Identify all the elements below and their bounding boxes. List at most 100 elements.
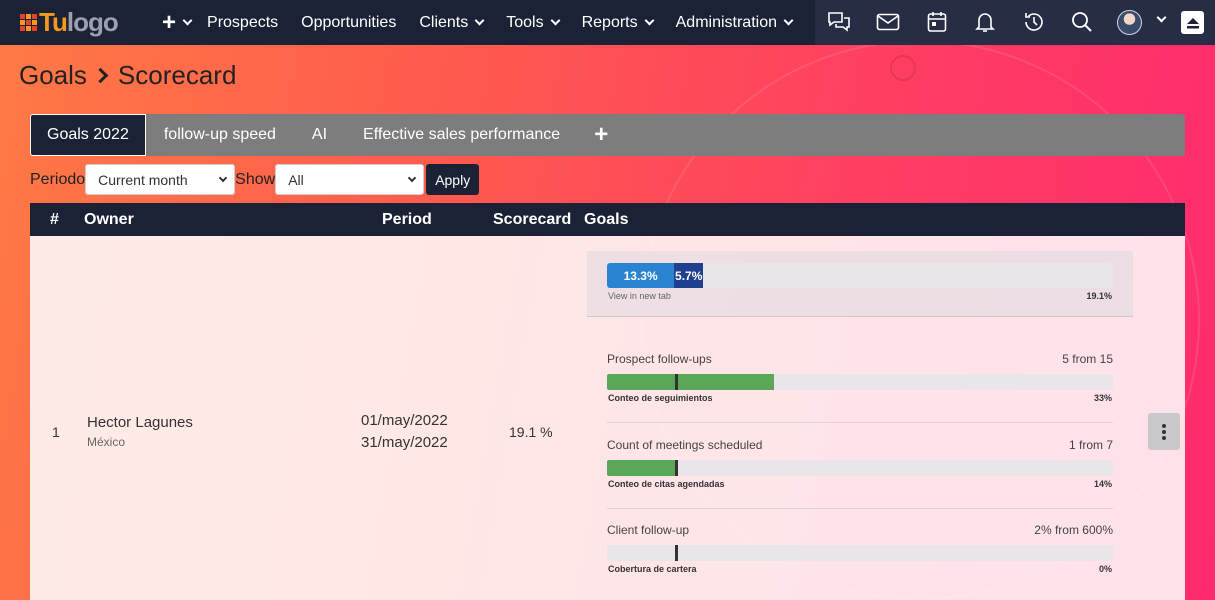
goal-percent: 14%: [1093, 479, 1112, 489]
kebab-dot-icon: [1162, 423, 1166, 428]
quick-add-button[interactable]: +: [162, 9, 193, 37]
nav-reports-label: Reports: [581, 13, 638, 31]
tab-goals-2022[interactable]: Goals 2022: [30, 114, 146, 156]
search-icon[interactable]: [1070, 10, 1094, 34]
header-scorecard: Scorecard: [493, 211, 572, 228]
period-end: 31/may/2022: [361, 434, 448, 451]
chevron-right-icon: [92, 67, 109, 84]
bell-icon[interactable]: [973, 10, 997, 34]
mail-icon[interactable]: [876, 10, 900, 34]
logo[interactable]: Tu logo: [20, 0, 140, 45]
nav-tools[interactable]: Tools: [506, 13, 561, 32]
logo-tu-text: Tu: [39, 7, 68, 37]
history-icon[interactable]: [1022, 10, 1046, 34]
logo-mark-icon: [20, 14, 37, 31]
chevron-down-icon: [407, 173, 417, 182]
nav-administration-label: Administration: [675, 13, 777, 31]
goal-progress-fill: [607, 460, 678, 476]
goal-target-marker: [675, 545, 678, 561]
header-period: Period: [382, 211, 432, 228]
goal-progress-bar: [607, 545, 1113, 561]
table-row: 1 Hector Lagunes México 01/may/2022 31/m…: [30, 236, 1185, 600]
goal-progress-fill: [607, 374, 774, 390]
table-header: # Owner Period Scorecard Goals: [30, 203, 1185, 236]
period-select[interactable]: Current month: [85, 164, 236, 195]
goal-subtitle: Cobertura de cartera: [608, 564, 697, 574]
chevron-down-icon: [182, 15, 193, 26]
collapse-up-icon: [1186, 17, 1199, 28]
summary-total: 19.1%: [1086, 291, 1112, 301]
row-number: 1: [52, 424, 60, 440]
header-goals: Goals: [584, 211, 629, 228]
scorecard-summary: 13.3% 5.7% View in new tab 19.1%: [587, 251, 1133, 317]
chat-icon[interactable]: [827, 10, 851, 34]
goal-percent: 33%: [1093, 393, 1112, 403]
row-actions-button[interactable]: [1148, 413, 1180, 450]
scorecard-tabs: Goals 2022 follow-up speed AI Effective …: [30, 114, 1185, 156]
show-select[interactable]: All: [275, 164, 425, 195]
add-tab-button[interactable]: +: [578, 114, 624, 156]
apply-button-label: Apply: [435, 171, 471, 188]
breadcrumb: Goals Scorecard: [19, 60, 236, 91]
nav-reports[interactable]: Reports: [581, 13, 655, 32]
filters-bar: Periodo Current month Show All Apply: [30, 164, 480, 195]
divider: [607, 422, 1113, 423]
tab-label: AI: [311, 126, 328, 143]
nav-administration[interactable]: Administration: [675, 13, 794, 32]
chevron-down-icon: [783, 15, 794, 26]
divider: [607, 508, 1113, 509]
chevron-down-icon: [644, 15, 655, 26]
header-num: #: [50, 211, 59, 228]
goal-subtitle: Conteo de citas agendadas: [608, 479, 725, 489]
goal-item: Prospect follow-ups 5 from 15 Conteo de …: [607, 352, 1113, 432]
summary-segment-a: 13.3%: [607, 263, 675, 288]
main-menu: Prospects Opportunities Clients Tools Re…: [207, 14, 815, 32]
chevron-down-icon: [474, 15, 485, 26]
page-title: Scorecard: [117, 60, 237, 90]
chevron-down-icon: [218, 173, 228, 182]
goal-count: 1 from 7: [1068, 438, 1113, 452]
avatar[interactable]: [1117, 10, 1142, 35]
header-owner: Owner: [84, 211, 134, 228]
background-ring: [890, 55, 916, 81]
tab-label: Goals 2022: [47, 126, 129, 143]
nav-clients[interactable]: Clients: [419, 14, 485, 32]
tab-label: follow-up speed: [163, 126, 276, 143]
view-in-new-tab-link[interactable]: View in new tab: [608, 291, 671, 301]
goal-title: Prospect follow-ups: [607, 352, 712, 366]
goal-count: 2% from 600%: [1034, 523, 1113, 537]
goal-target-marker: [675, 374, 678, 390]
period-select-value: Current month: [98, 171, 188, 188]
breadcrumb-parent[interactable]: Goals: [19, 60, 87, 91]
logo-text: logo: [66, 7, 119, 37]
nav-opportunities[interactable]: Opportunities: [301, 14, 396, 32]
calendar-icon[interactable]: [925, 10, 949, 34]
goal-subtitle: Conteo de seguimientos: [608, 393, 713, 403]
kebab-dot-icon: [1162, 435, 1166, 440]
collapse-header-button[interactable]: [1181, 11, 1204, 34]
goal-item: Client follow-up 2% from 600% Cobertura …: [607, 523, 1113, 600]
nav-opportunities-label: Opportunities: [301, 13, 397, 31]
goal-percent: 0%: [1098, 564, 1112, 574]
apply-button[interactable]: Apply: [426, 164, 480, 195]
tab-follow-up-speed[interactable]: follow-up speed: [146, 114, 294, 156]
nav-prospects-label: Prospects: [207, 13, 279, 31]
goal-progress-bar: [607, 374, 1113, 390]
show-select-value: All: [288, 171, 304, 188]
show-label: Show: [235, 170, 276, 188]
kebab-dot-icon: [1162, 429, 1166, 434]
nav-tools-label: Tools: [506, 13, 544, 31]
owner-country: México: [87, 435, 126, 449]
nav-prospects[interactable]: Prospects: [207, 14, 278, 32]
goal-progress-bar: [607, 460, 1113, 476]
chevron-down-icon: [550, 15, 561, 26]
navbar-actions: [815, 0, 1215, 45]
summary-progress-bar: 13.3% 5.7%: [607, 263, 1113, 288]
period-start: 01/may/2022: [361, 412, 448, 429]
tab-ai[interactable]: AI: [294, 114, 345, 156]
owner-name: Hector Lagunes: [87, 414, 193, 431]
scorecard-value: 19.1 %: [509, 424, 553, 440]
summary-segment-a-label: 13.3%: [623, 268, 658, 283]
period-label: Periodo: [30, 170, 86, 188]
tab-effective-sales-performance[interactable]: Effective sales performance: [345, 114, 578, 156]
